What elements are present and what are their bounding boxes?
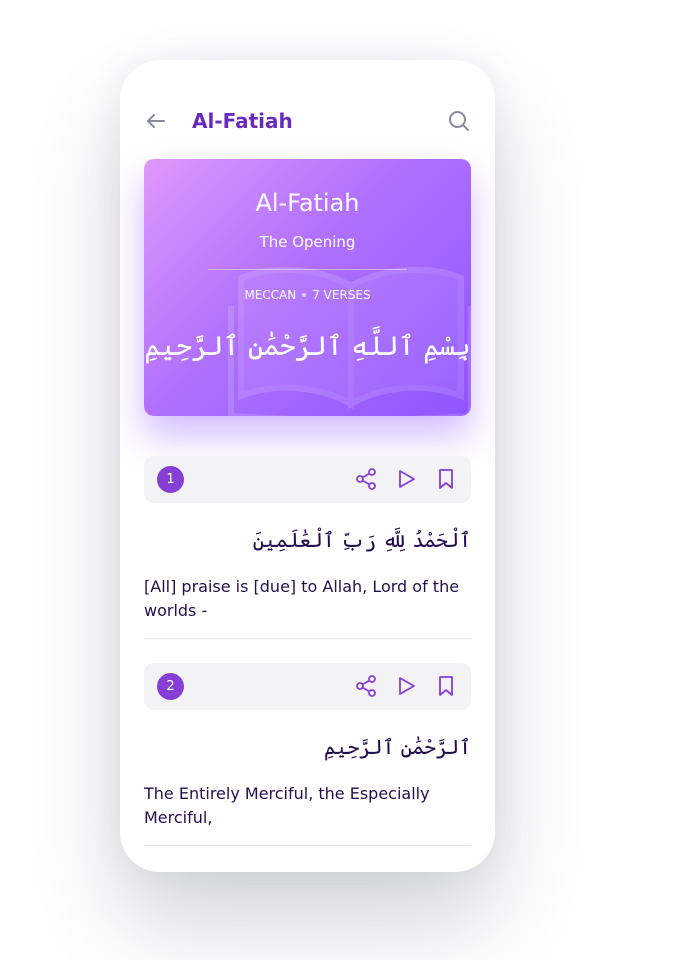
banner-meta: MECCAN 7 VERSES [144,288,471,302]
verse-count: 7 VERSES [312,288,371,302]
page-title: Al-Fatiah [192,109,293,133]
header: Al-Fatiah [144,104,471,138]
share-icon[interactable] [354,467,378,491]
divider [144,845,471,846]
phone-screen: Al-Fatiah Al-Fatiah The Opening MECCAN 7… [120,60,495,872]
verse-arabic: ٱلْحَمْدُ لِلَّهِ رَبِّ ٱلْعَٰلَمِينَ [252,528,471,552]
divider [144,638,471,639]
search-button[interactable] [447,109,471,133]
surah-banner: Al-Fatiah The Opening MECCAN 7 VERSES بِ… [144,159,471,416]
verse-translation: The Entirely Merciful, the Especially Me… [144,784,430,827]
bookmark-icon[interactable] [434,467,458,491]
verse-translation: [All] praise is [due] to Allah, Lord of … [144,577,460,620]
revelation-place: MECCAN [244,288,297,302]
bookmark-icon[interactable] [434,674,458,698]
share-icon[interactable] [354,674,378,698]
banner-title: Al-Fatiah [255,189,360,217]
bismillah-calligraphy: بِسْمِ ٱللَّهِ ٱلرَّحْمَٰنِ ٱلرَّحِيمِ [144,331,471,362]
verse-number-badge: 1 [157,466,184,493]
banner-divider [208,269,407,270]
verse-arabic: ٱلرَّحْمَٰنِ ٱلرَّحِيمِ [324,735,471,759]
verse-toolbar: 1 [144,456,471,503]
play-icon[interactable] [394,467,418,491]
play-icon[interactable] [394,674,418,698]
verse-number-badge: 2 [157,673,184,700]
arrow-left-icon [147,114,165,128]
separator-dot [302,293,307,297]
banner-subtitle: The Opening [259,233,356,251]
search-icon [449,111,469,131]
verse-toolbar: 2 [144,663,471,710]
back-button[interactable] [144,109,168,133]
